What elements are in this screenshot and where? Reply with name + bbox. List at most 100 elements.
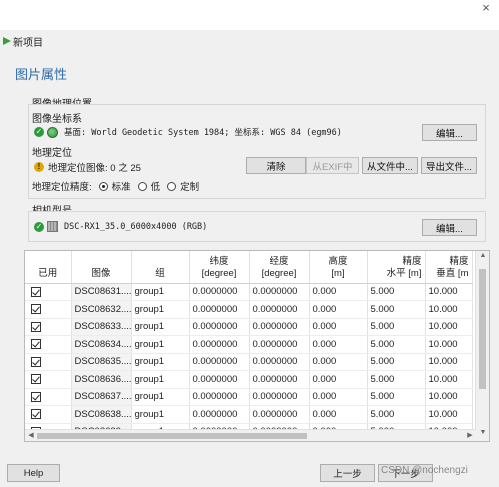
prev-button[interactable]: 上一步 <box>320 464 375 482</box>
accuracy-custom-radio[interactable] <box>167 181 177 191</box>
table-row[interactable]: DSC08638.... group1 0.0000000 0.0000000 0.00… <box>25 405 473 424</box>
from-exif-button[interactable]: 从EXIF中 <box>306 157 359 174</box>
used-checkbox[interactable] <box>25 353 72 371</box>
check-ok-icon: ✓ <box>34 127 44 137</box>
table-row[interactable]: DSC08636.... group1 0.0000000 0.0000000 0.00… <box>25 370 473 389</box>
longitude-cell: 0.0000000 <box>249 370 310 389</box>
accuracy-v-cell: 10.000 <box>425 388 473 406</box>
latitude-cell: 0.0000000 <box>189 388 250 406</box>
used-checkbox[interactable] <box>25 300 72 319</box>
used-checkbox[interactable] <box>25 283 72 301</box>
image-cell: DSC08631.... <box>71 283 132 301</box>
longitude-cell: 0.0000000 <box>249 300 310 319</box>
export-file-button[interactable]: 导出文件... <box>421 157 477 174</box>
used-checkbox[interactable] <box>25 388 72 406</box>
col-header-latitude[interactable]: 纬度 [degree] <box>189 251 250 284</box>
vertical-scrollbar[interactable]: ▲ ▼ <box>475 251 489 441</box>
accuracy-label: 地理定位精度: <box>32 182 92 193</box>
longitude-cell: 0.0000000 <box>249 353 310 371</box>
from-file-button[interactable]: 从文件中... <box>362 157 418 174</box>
used-checkbox[interactable] <box>25 318 72 336</box>
accuracy-low-label: 低 <box>150 182 161 193</box>
horizontal-scroll-thumb[interactable] <box>37 433 307 439</box>
latitude-cell: 0.0000000 <box>189 318 250 336</box>
scroll-left-icon[interactable]: ◀ <box>25 430 37 441</box>
geoloc-row: ! 地理定位图像: 0 之 25 <box>34 160 141 174</box>
scroll-up-icon[interactable]: ▲ <box>476 252 489 264</box>
longitude-cell: 0.0000000 <box>249 283 310 301</box>
accuracy-standard-radio[interactable] <box>98 181 108 191</box>
latitude-cell: 0.0000000 <box>189 405 250 424</box>
used-checkbox[interactable] <box>25 405 72 424</box>
accuracy-low-radio[interactable] <box>137 181 147 191</box>
project-label: 新项目 <box>13 37 43 49</box>
table-header-row: 已用 图像 组 纬度 [degree] 经度 [degree] 高度 [m] 精度 水平… <box>25 251 473 284</box>
help-button[interactable]: Help <box>7 464 60 482</box>
camera-edit-button[interactable]: 编辑... <box>422 219 477 236</box>
checkbox-checked-icon[interactable] <box>31 339 41 350</box>
image-table: 已用 图像 组 纬度 [degree] 经度 [degree] 高度 [m] 精度 水平… <box>24 250 490 442</box>
watermark: CSDN @nochengzi <box>381 465 468 476</box>
close-icon[interactable]: × <box>479 1 493 15</box>
clear-button[interactable]: 清除 <box>246 157 306 174</box>
accuracy-v-cell: 10.000 <box>425 300 473 319</box>
group-cell: group1 <box>131 353 190 371</box>
checkbox-checked-icon[interactable] <box>31 286 41 297</box>
accuracy-v-cell: 10.000 <box>425 370 473 389</box>
accuracy-h-cell: 5.000 <box>367 335 426 354</box>
checkbox-checked-icon[interactable] <box>31 409 41 420</box>
checkbox-checked-icon[interactable] <box>31 321 41 332</box>
altitude-cell: 0.000 <box>309 318 368 336</box>
col-header-used[interactable]: 已用 <box>25 251 72 284</box>
col-header-altitude[interactable]: 高度 [m] <box>309 251 368 284</box>
table-row[interactable]: DSC08635.... group1 0.0000000 0.0000000 0.00… <box>25 353 473 371</box>
checkbox-checked-icon[interactable] <box>31 391 41 402</box>
accuracy-v-cell: 10.000 <box>425 405 473 424</box>
used-checkbox[interactable] <box>25 335 72 354</box>
globe-icon <box>47 126 58 138</box>
horizontal-scrollbar[interactable]: ◀ ▶ <box>25 429 476 441</box>
table-row[interactable]: DSC08633.... group1 0.0000000 0.0000000 0.00… <box>25 318 473 336</box>
table-row[interactable]: DSC08632.... group1 0.0000000 0.0000000 0.00… <box>25 300 473 319</box>
longitude-cell: 0.0000000 <box>249 388 310 406</box>
table-row[interactable]: DSC08634.... group1 0.0000000 0.0000000 0.00… <box>25 335 473 354</box>
latitude-cell: 0.0000000 <box>189 370 250 389</box>
vertical-scroll-thumb[interactable] <box>479 269 486 389</box>
col-header-group[interactable]: 组 <box>131 251 190 284</box>
checkbox-checked-icon[interactable] <box>31 374 41 385</box>
crs-edit-button[interactable]: 编辑... <box>422 124 477 141</box>
col-header-accuracy-h[interactable]: 精度 水平 [m] <box>367 251 426 284</box>
col-header-image[interactable]: 图像 <box>71 251 132 284</box>
accuracy-h-cell: 5.000 <box>367 405 426 424</box>
image-cell: DSC08635.... <box>71 353 132 371</box>
accuracy-row: 地理定位精度: 标准 低 定制 <box>32 179 199 193</box>
image-cell: DSC08636.... <box>71 370 132 389</box>
accuracy-h-cell: 5.000 <box>367 283 426 301</box>
table-row[interactable]: DSC08637.... group1 0.0000000 0.0000000 0.00… <box>25 388 473 406</box>
col-header-longitude[interactable]: 经度 [degree] <box>249 251 310 284</box>
accuracy-v-cell: 10.000 <box>425 283 473 301</box>
crs-row: ✓ 基面: World Geodetic System 1984; 坐标系: W… <box>34 126 342 138</box>
scroll-down-icon[interactable]: ▼ <box>476 429 489 441</box>
table-row[interactable]: DSC08631.... group1 0.0000000 0.0000000 0.00… <box>25 283 473 301</box>
col-header-accuracy-v[interactable]: 精度 垂直 [m <box>425 251 473 284</box>
accuracy-h-cell: 5.000 <box>367 300 426 319</box>
project-breadcrumb: 新项目 <box>3 34 43 49</box>
accuracy-h-cell: 5.000 <box>367 388 426 406</box>
latitude-cell: 0.0000000 <box>189 300 250 319</box>
camera-model-value: DSC-RX1_35.0_6000x4000 (RGB) <box>64 221 208 232</box>
checkbox-checked-icon[interactable] <box>31 304 41 315</box>
group-cell: group1 <box>131 370 190 389</box>
group-cell: group1 <box>131 405 190 424</box>
group-cell: group1 <box>131 335 190 354</box>
play-icon <box>3 37 11 45</box>
altitude-cell: 0.000 <box>309 353 368 371</box>
checkbox-checked-icon[interactable] <box>31 356 41 367</box>
longitude-cell: 0.0000000 <box>249 405 310 424</box>
geoloc-status: 地理定位图像: 0 之 25 <box>48 163 141 174</box>
longitude-cell: 0.0000000 <box>249 335 310 354</box>
group-cell: group1 <box>131 300 190 319</box>
check-ok-icon: ✓ <box>34 221 44 232</box>
scroll-right-icon[interactable]: ▶ <box>464 430 476 441</box>
used-checkbox[interactable] <box>25 370 72 389</box>
